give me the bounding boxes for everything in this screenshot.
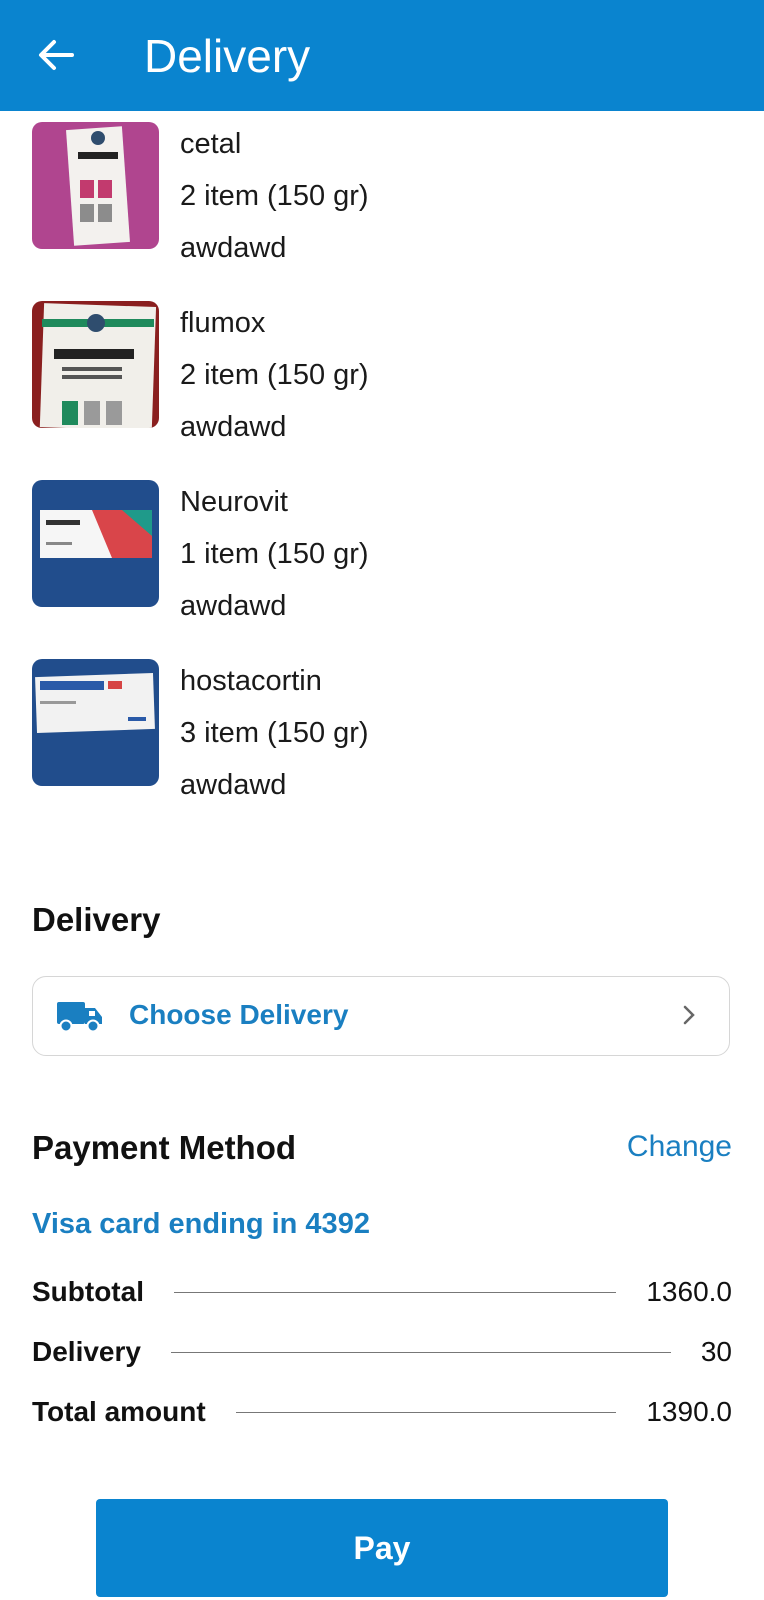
item-quantity: 2 item (150 gr) (180, 180, 369, 212)
item-note: awdawd (180, 411, 287, 443)
summary-row-total: Total amount 1390.0 (32, 1392, 732, 1432)
list-item: flumox 2 item (150 gr) awdawd (32, 301, 732, 443)
item-name: cetal (180, 128, 242, 160)
item-quantity: 1 item (150 gr) (180, 538, 369, 570)
total-label: Total amount (32, 1396, 206, 1427)
divider (174, 1291, 617, 1293)
hostacortin-box-image (32, 659, 159, 786)
item-name: flumox (180, 307, 266, 339)
choose-delivery-button[interactable]: Choose Delivery (32, 976, 730, 1056)
delivery-fee-label: Delivery (32, 1336, 141, 1367)
chevron-right-icon (681, 1003, 697, 1032)
page-title: Delivery (144, 30, 311, 82)
list-item: Neurovit 1 item (150 gr) awdawd (32, 480, 732, 622)
change-payment-link[interactable]: Change (627, 1130, 732, 1164)
app-bar: Delivery (0, 0, 764, 111)
item-name: hostacortin (180, 665, 322, 697)
arrow-left-icon[interactable] (36, 35, 76, 75)
pay-button[interactable]: Pay (96, 1499, 668, 1597)
flumox-box-image (32, 301, 159, 428)
cetal-box-image (32, 122, 159, 249)
subtotal-label: Subtotal (32, 1276, 144, 1307)
divider (235, 1411, 617, 1413)
item-quantity: 2 item (150 gr) (180, 359, 369, 391)
list-item: hostacortin 3 item (150 gr) awdawd (32, 659, 732, 801)
item-quantity: 3 item (150 gr) (180, 717, 369, 749)
divider (170, 1351, 671, 1353)
summary-row-delivery: Delivery 30 (32, 1332, 732, 1372)
neurovit-box-image (32, 480, 159, 607)
subtotal-value: 1360.0 (646, 1276, 732, 1307)
list-item: cetal 2 item (150 gr) awdawd (32, 122, 732, 264)
item-name: Neurovit (180, 486, 288, 518)
total-value: 1390.0 (646, 1396, 732, 1427)
item-note: awdawd (180, 769, 287, 801)
delivery-section-title: Delivery (32, 901, 161, 938)
item-note: awdawd (180, 590, 287, 622)
choose-delivery-label: Choose Delivery (129, 999, 349, 1030)
delivery-fee-value: 30 (700, 1336, 732, 1367)
truck-icon (57, 999, 103, 1040)
payment-section-title: Payment Method (32, 1129, 297, 1166)
item-note: awdawd (180, 232, 287, 264)
summary-row-subtotal: Subtotal 1360.0 (32, 1272, 732, 1312)
payment-card-text: Visa card ending in 4392 (32, 1208, 370, 1240)
